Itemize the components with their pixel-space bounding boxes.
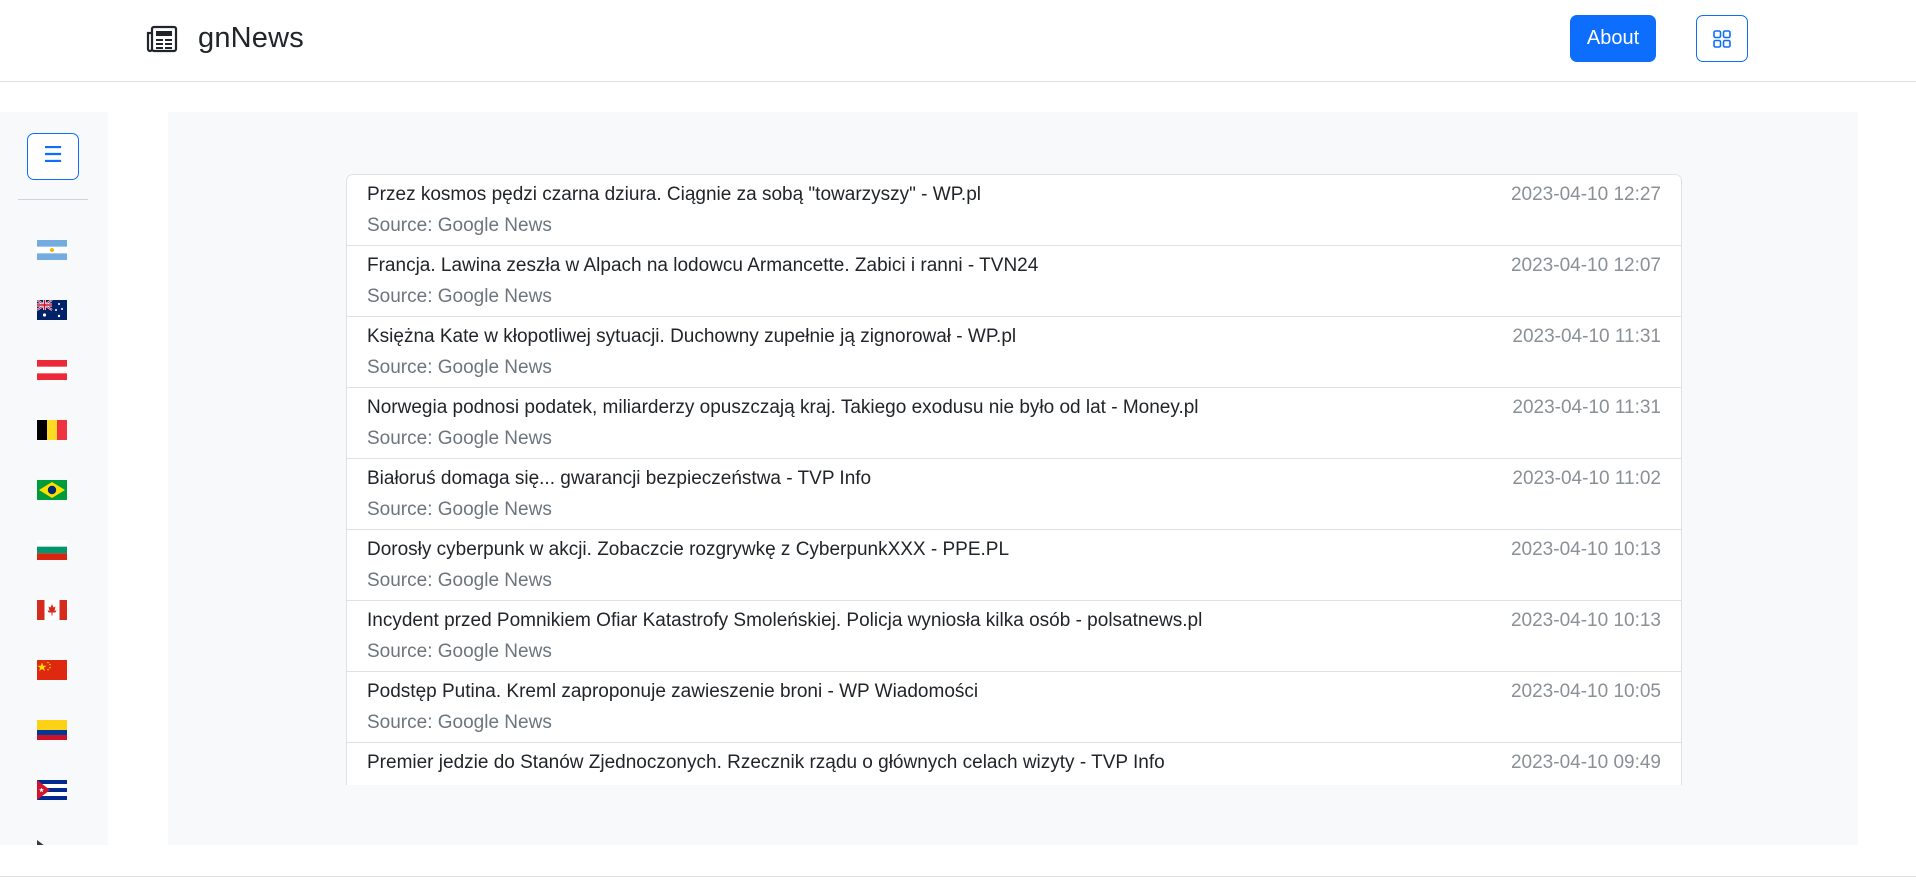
news-source: Source: Google News [367, 570, 552, 591]
news-date: 2023-04-10 09:49 [1510, 752, 1661, 773]
news-source: Source: Google News [367, 641, 552, 662]
bulgaria-flag[interactable] [37, 540, 67, 560]
news-date: 2023-04-10 11:31 [1512, 397, 1661, 418]
menu-toggle-button[interactable]: ☰ [27, 133, 79, 180]
cuba-flag[interactable] [37, 780, 67, 800]
news-source: Source: Google News [367, 712, 552, 733]
news-list-item[interactable]: Księżna Kate w kłopotliwej sytuacji. Duc… [347, 317, 1681, 388]
news-list-item[interactable]: Dorosły cyberpunk w akcji. Zobaczcie roz… [347, 530, 1681, 601]
austria-flag[interactable] [37, 360, 67, 380]
news-date: 2023-04-10 10:13 [1510, 610, 1661, 631]
brazil-flag[interactable] [37, 480, 67, 500]
australia-flag[interactable] [37, 300, 67, 320]
page-bottom-divider [0, 876, 1916, 877]
news-source: Source: Google News [367, 783, 552, 785]
news-source: Source: Google News [367, 215, 552, 236]
news-list-item[interactable]: Premier jedzie do Stanów Zjednoczonych. … [347, 743, 1681, 785]
news-list: Przez kosmos pędzi czarna dziura. Ciągni… [346, 174, 1682, 785]
news-source: Source: Google News [367, 357, 552, 378]
news-title[interactable]: Dorosły cyberpunk w akcji. Zobaczcie roz… [367, 539, 1009, 561]
news-date: 2023-04-10 12:27 [1510, 184, 1661, 205]
argentina-flag[interactable] [37, 240, 67, 260]
news-source: Source: Google News [367, 428, 552, 449]
layout-toggle-button[interactable] [1696, 15, 1748, 62]
brand-name: gnNews [198, 22, 304, 54]
hamburger-icon: ☰ [43, 143, 63, 168]
news-list-item[interactable]: Incydent przed Pomnikiem Ofiar Katastrof… [347, 601, 1681, 672]
news-date: 2023-04-10 11:02 [1512, 468, 1661, 489]
grid-icon [1713, 29, 1731, 48]
news-title[interactable]: Przez kosmos pędzi czarna dziura. Ciągni… [367, 184, 981, 206]
news-list-item[interactable]: Podstęp Putina. Kreml zaproponuje zawies… [347, 672, 1681, 743]
news-list-item[interactable]: Norwegia podnosi podatek, miliarderzy op… [347, 388, 1681, 459]
about-button[interactable]: About [1570, 15, 1656, 62]
belgium-flag[interactable] [37, 420, 67, 440]
news-title[interactable]: Incydent przed Pomnikiem Ofiar Katastrof… [367, 610, 1202, 632]
news-main-area: Przez kosmos pędzi czarna dziura. Ciągni… [168, 112, 1858, 845]
news-title[interactable]: Białoruś domaga się... gwarancji bezpiec… [367, 468, 871, 490]
news-title[interactable]: Francja. Lawina zeszła w Alpach na lodow… [367, 255, 1038, 277]
sidebar-divider [18, 199, 88, 200]
news-date: 2023-04-10 12:07 [1510, 255, 1661, 276]
country-sidebar: ☰ [0, 112, 108, 845]
news-list-item[interactable]: Francja. Lawina zeszła w Alpach na lodow… [347, 246, 1681, 317]
news-date: 2023-04-10 10:05 [1510, 681, 1661, 702]
news-title[interactable]: Księżna Kate w kłopotliwej sytuacji. Duc… [367, 326, 1016, 348]
next-flag-partial[interactable] [37, 840, 67, 845]
brand[interactable]: gnNews [146, 22, 304, 55]
news-list-item[interactable]: Przez kosmos pędzi czarna dziura. Ciągni… [347, 175, 1681, 246]
news-source: Source: Google News [367, 499, 552, 520]
news-date: 2023-04-10 10:13 [1510, 539, 1661, 560]
china-flag[interactable] [37, 660, 67, 680]
news-list-item[interactable]: Białoruś domaga się... gwarancji bezpiec… [347, 459, 1681, 530]
news-title[interactable]: Podstęp Putina. Kreml zaproponuje zawies… [367, 681, 978, 703]
colombia-flag[interactable] [37, 720, 67, 740]
news-title[interactable]: Premier jedzie do Stanów Zjednoczonych. … [367, 752, 1165, 774]
canada-flag[interactable] [37, 600, 67, 620]
top-navbar: gnNews About [0, 0, 1916, 82]
news-source: Source: Google News [367, 286, 552, 307]
news-date: 2023-04-10 11:31 [1512, 326, 1661, 347]
newspaper-icon [146, 25, 178, 52]
news-title[interactable]: Norwegia podnosi podatek, miliarderzy op… [367, 397, 1199, 419]
